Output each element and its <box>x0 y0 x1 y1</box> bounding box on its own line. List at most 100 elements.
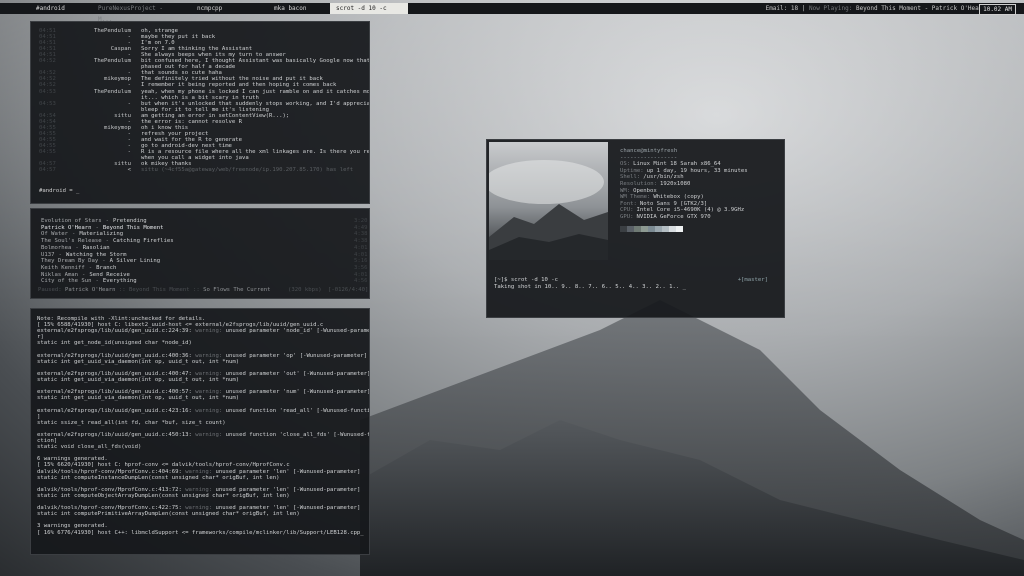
build-line-text: dalvik/tools/hprof-conv/HprofConv.c:404:… <box>37 468 186 475</box>
track-length: 4:38 <box>354 231 368 238</box>
playlist-item[interactable]: Patrick O'Hearn - Beyond This Moment 4:49 <box>41 224 367 231</box>
tab-scrot[interactable]: scrot -d 10 -c <box>330 3 408 14</box>
track-title: Catching Fireflies <box>113 238 174 245</box>
player-sep2: :: <box>192 287 200 293</box>
playlist-item[interactable]: The Soul's Release - Catching Fireflies 4:3… <box>41 238 367 245</box>
player-artist: Patrick O'Hearn <box>64 287 116 293</box>
playlist-item[interactable]: Evolution of Stars - Pretending 3:20 <box>41 218 367 224</box>
color-swatch <box>669 226 676 232</box>
build-line-text: static int get_node_id(unsigned char *no… <box>37 340 192 347</box>
playlist-item[interactable]: U137- Watching the Storm 4:01 <box>41 251 367 258</box>
scrot-countdown: Taking shot in 10.. 9.. 8.. 7.. 6.. 5.. … <box>494 284 686 290</box>
now-playing-value: Beyond This Moment - Patrick O'Hearn <box>855 5 986 12</box>
neofetch-key: CPU: <box>620 207 634 214</box>
warning-detail: unused parameter 'num' [-Wunused-paramet… <box>222 389 370 396</box>
neofetch-key: GPU: <box>620 213 634 220</box>
clock: 10.02 AM <box>979 4 1016 15</box>
track-separator: - <box>95 224 99 231</box>
neofetch-info-line: CPU: Intel Core i5-4690K (4) @ 3.9GHz <box>620 207 748 214</box>
now-playing-label: Now Playing: <box>808 5 853 12</box>
neofetch-value: /usr/bin/zsh <box>643 174 684 181</box>
track-length: 3:56 <box>354 264 368 271</box>
player-status: Paused: Patrick O'Hearn :: Beyond This M… <box>38 287 368 293</box>
warning-detail: unused parameter 'op' [-Wunused-paramete… <box>222 352 368 359</box>
neofetch-value: up 1 day, 19 hours, 33 minutes <box>646 167 748 174</box>
neofetch-value: Linux Mint 18 Sarah x86_64 <box>633 161 721 168</box>
track-title: Pretending <box>113 218 147 224</box>
color-swatch <box>641 226 648 232</box>
email-count: Email: 18 <box>765 5 799 12</box>
build-line-text: static int computeInstanceDumpLen(const … <box>37 474 280 481</box>
tab-ncmpcpp[interactable]: ncmpcpp <box>191 3 251 14</box>
neofetch-image <box>489 142 608 260</box>
warning-tag: warning: <box>195 431 223 438</box>
irc-message: 04:57 < sittu (~4cf55a@gateway/web/freenod… <box>31 167 369 174</box>
build-line-text: static ssize_t read_all(int fd, char *bu… <box>37 419 226 426</box>
player-state: Paused: <box>38 287 62 293</box>
neofetch-info-line: Shell:/usr/bin/zsh <box>620 174 748 181</box>
build-output-line: [ 16% 6776/41930] host C++: libmcldSuppo… <box>37 530 364 536</box>
neofetch-value: Openbox <box>633 187 657 194</box>
track-artist: They Dream By Day <box>41 258 99 265</box>
track-artist: Of Water <box>41 231 68 238</box>
player-sep1: :: <box>118 287 126 293</box>
warning-detail: unused parameter 'len' [-Wunused-paramet… <box>212 486 361 493</box>
irc-input-prompt[interactable]: #android = _ <box>39 188 79 194</box>
build-line-text: [ 16% 6776/41930] host C++: libmcldSuppo… <box>37 529 364 536</box>
build-output-line: static int get_uuid_via_daemon(int op, u… <box>37 359 239 365</box>
track-separator: - <box>95 278 99 285</box>
track-artist: City of the Sun <box>41 278 92 285</box>
neofetch-key: Uptime: <box>620 167 644 174</box>
tab-purenexus[interactable]: PureNexusProject - M... <box>92 3 177 23</box>
track-length: 4:38 <box>354 238 368 245</box>
neofetch-value: 1920x1080 <box>660 180 691 187</box>
neofetch-underline: ----------------- <box>620 154 678 161</box>
build-terminal-window[interactable]: Note: Recompile with -Xlint:unchecked fo… <box>30 308 370 555</box>
build-line-text: external/e2fsprogs/lib/uuid/gen_uuid.c:2… <box>37 328 196 335</box>
playlist-item[interactable]: Keith Kenniff - Branch 3:56 <box>41 265 367 271</box>
build-line-text: [ 15% 6588/41930] host C: libext2_uuid-h… <box>37 322 324 329</box>
track-separator: - <box>82 271 86 278</box>
warning-tag: warning: <box>195 328 223 335</box>
irc-window[interactable]: 04:51 ThePendulum oh, strange 04:51- maybe t… <box>30 21 370 204</box>
playlist-item[interactable]: Of Water - Materializing 4:38 <box>41 231 367 238</box>
warning-tag: warning: <box>185 468 213 475</box>
build-line-text: external/e2fsprogs/lib/uuid/gen_uuid.c:4… <box>37 389 196 396</box>
build-output-line: static int computePrimitiveArrayDumpLen(… <box>37 511 300 517</box>
playlist-item[interactable]: City of the Sun - Everything 4:56 <box>41 278 367 285</box>
track-length: 3:20 <box>354 218 368 224</box>
neofetch-key: OS: <box>620 161 631 168</box>
playlist-item[interactable]: Bolmorhea - Rasolian 4:01 <box>41 245 367 251</box>
tab-mka-bacon[interactable]: mka bacon <box>268 3 328 14</box>
neofetch-info-line: Font: Noto Sans 9 [GTK2/3] <box>620 201 748 208</box>
playlist-item[interactable]: Niklas Aman - Send Receive 4:01 <box>41 271 367 278</box>
color-swatch <box>676 226 683 232</box>
track-length: 4:01 <box>354 271 368 278</box>
track-separator: - <box>105 218 109 224</box>
track-title: Send Receive <box>89 271 130 278</box>
build-output-line: static int get_node_id(unsigned char *no… <box>37 340 192 346</box>
track-title: A Silver Lining <box>109 258 161 265</box>
track-artist: Evolution of Stars <box>41 218 102 224</box>
warning-tag: warning: <box>185 486 213 493</box>
player-bitrate: (320 kbps) <box>288 287 322 293</box>
tab-android[interactable]: #android <box>30 3 92 14</box>
build-output-line: static int computeObjectArrayDumpLen(con… <box>37 493 290 499</box>
track-length: 5:16 <box>354 258 368 265</box>
playlist-item[interactable]: They Dream By Day - A Silver Lining 5:16 <box>41 258 367 265</box>
neofetch-value: NVIDIA GeForce GTX 970 <box>636 213 711 220</box>
player-song: So Flows The Current <box>203 287 271 293</box>
build-line-text: external/e2fsprogs/lib/uuid/gen_uuid.c:4… <box>37 370 196 377</box>
color-swatch <box>620 226 627 232</box>
music-player-window[interactable]: Evolution of Stars - Pretending 3:20 Patrick… <box>30 208 370 299</box>
color-swatch <box>655 226 662 232</box>
build-line-text: static int get_uuid_via_daemon(int op, u… <box>37 395 240 402</box>
neofetch-info-line: OS: Linux Mint 18 Sarah x86_64 <box>620 161 748 168</box>
color-swatches <box>620 226 683 232</box>
neofetch-terminal-window[interactable]: chance@mintyfresh ----------------- OS: L… <box>486 139 785 318</box>
neofetch-key: Shell: <box>620 174 641 181</box>
neofetch-info-line: WM: Openbox <box>620 188 748 195</box>
neofetch-info-line: WM Theme: Whitebox (copy) <box>620 194 748 201</box>
track-title: Watching the Storm <box>65 251 127 258</box>
build-line-text: external/e2fsprogs/lib/uuid/gen_uuid.c:4… <box>37 352 196 359</box>
